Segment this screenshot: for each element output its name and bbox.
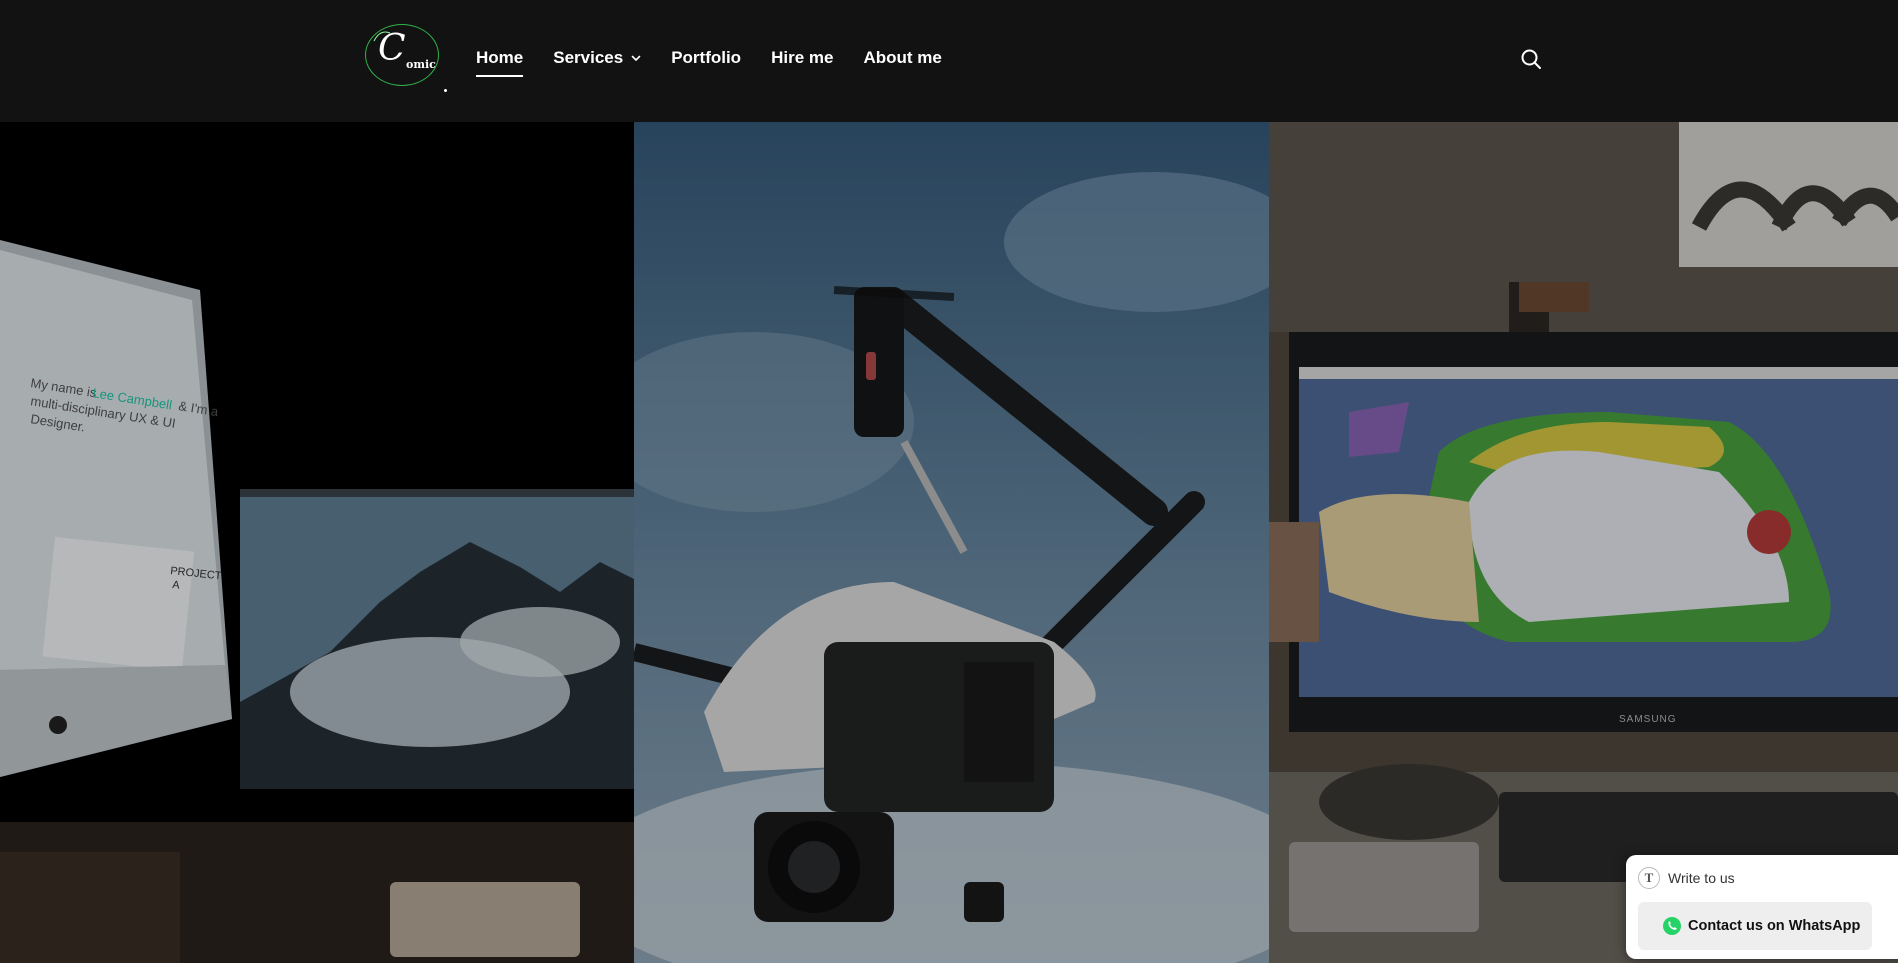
logo-text: omic xyxy=(406,58,436,71)
nav-portfolio-label: Portfolio xyxy=(671,48,742,67)
nav-about-me-label: About me xyxy=(863,48,942,67)
logo-arc-icon xyxy=(373,31,391,42)
nav-portfolio[interactable]: Portfolio xyxy=(671,48,741,68)
nav-home[interactable]: Home xyxy=(476,48,524,77)
whatsapp-button[interactable]: Contact us on WhatsApp xyxy=(1638,902,1872,950)
nav-hire-me[interactable]: Hire me xyxy=(771,48,833,68)
contact-widget: T Write to us Contact us on WhatsApp xyxy=(1626,855,1898,959)
site-header: C omic Home Services Portfolio Hire me A… xyxy=(0,0,1898,122)
hero-gallery: My name is Lee Campbell & I'm a multi-di… xyxy=(0,122,1898,963)
whatsapp-icon xyxy=(1663,917,1681,935)
nav-home-label: Home xyxy=(476,48,524,67)
desk-monitor-photo[interactable]: My name is Lee Campbell & I'm a multi-di… xyxy=(0,122,634,963)
nav-about-me[interactable]: About me xyxy=(863,48,941,68)
whatsapp-label: Contact us on WhatsApp xyxy=(1688,918,1861,934)
cad-workstation-photo[interactable]: SAMSUNG xyxy=(1269,122,1898,963)
write-to-us-label: Write to us xyxy=(1668,870,1735,886)
svg-text:SAMSUNG: SAMSUNG xyxy=(1619,714,1677,725)
desk-monitor-illustration: My name is Lee Campbell & I'm a multi-di… xyxy=(0,240,634,963)
write-to-us-row[interactable]: T Write to us xyxy=(1638,865,1735,891)
logo[interactable]: C omic xyxy=(365,24,439,86)
drone-illustration xyxy=(634,172,1269,963)
cad-workstation-illustration: SAMSUNG xyxy=(1269,122,1898,963)
chevron-down-icon xyxy=(631,55,641,61)
nav-services[interactable]: Services xyxy=(553,48,641,68)
main-nav: Home Services Portfolio Hire me About me xyxy=(476,48,972,77)
chat-app-icon: T xyxy=(1638,867,1660,889)
search-icon[interactable] xyxy=(1520,48,1542,70)
drone-photo[interactable] xyxy=(634,122,1269,963)
nav-hire-me-label: Hire me xyxy=(771,48,834,67)
nav-services-label: Services xyxy=(553,48,624,67)
logo-dot xyxy=(444,89,447,92)
